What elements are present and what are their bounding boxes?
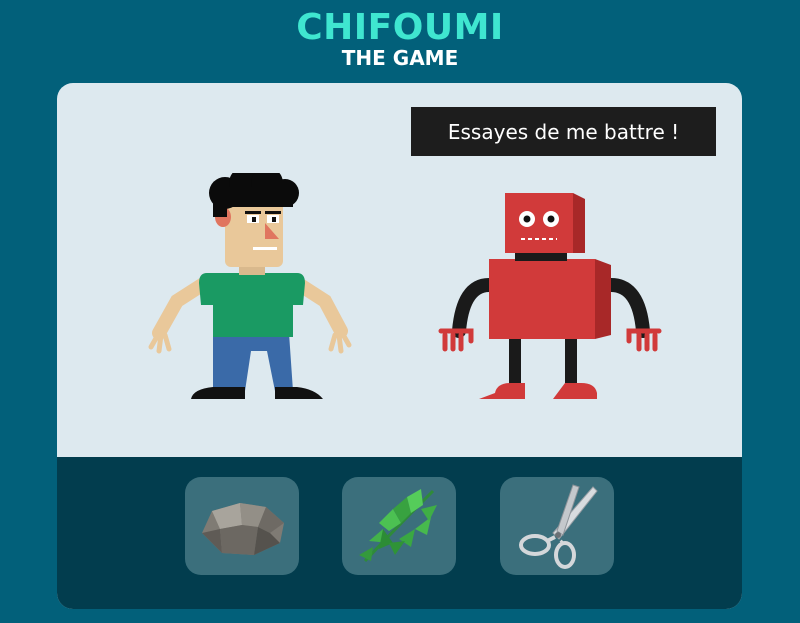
robot-left-foot bbox=[479, 383, 525, 399]
robot-left-arm bbox=[438, 278, 496, 352]
robot-body bbox=[489, 259, 595, 339]
player-left-shoe bbox=[191, 387, 245, 399]
choice-tray bbox=[57, 457, 742, 609]
robot-head bbox=[505, 193, 573, 253]
robot-right-foot bbox=[553, 383, 597, 399]
scissors-icon bbox=[519, 484, 598, 569]
leaf-icon bbox=[359, 489, 437, 563]
scissors-button[interactable] bbox=[500, 477, 614, 575]
player-left-arm bbox=[148, 276, 212, 354]
player-shirt bbox=[199, 273, 305, 337]
game-subtitle: THE GAME bbox=[341, 46, 459, 70]
player-right-shoe bbox=[275, 387, 323, 399]
player-right-arm bbox=[290, 276, 352, 354]
game-board: Essayes de me battre ! bbox=[57, 83, 742, 609]
robot-speech-bubble: Essayes de me battre ! bbox=[411, 107, 716, 156]
rock-button[interactable] bbox=[185, 477, 299, 575]
robot-right-arm bbox=[604, 278, 662, 352]
robot-opponent bbox=[438, 193, 662, 399]
game-title: CHIFOUMI bbox=[296, 7, 504, 48]
player-jeans bbox=[213, 333, 293, 391]
player-character bbox=[148, 173, 352, 399]
leaf-button[interactable] bbox=[342, 477, 456, 575]
rock-icon bbox=[202, 503, 284, 555]
